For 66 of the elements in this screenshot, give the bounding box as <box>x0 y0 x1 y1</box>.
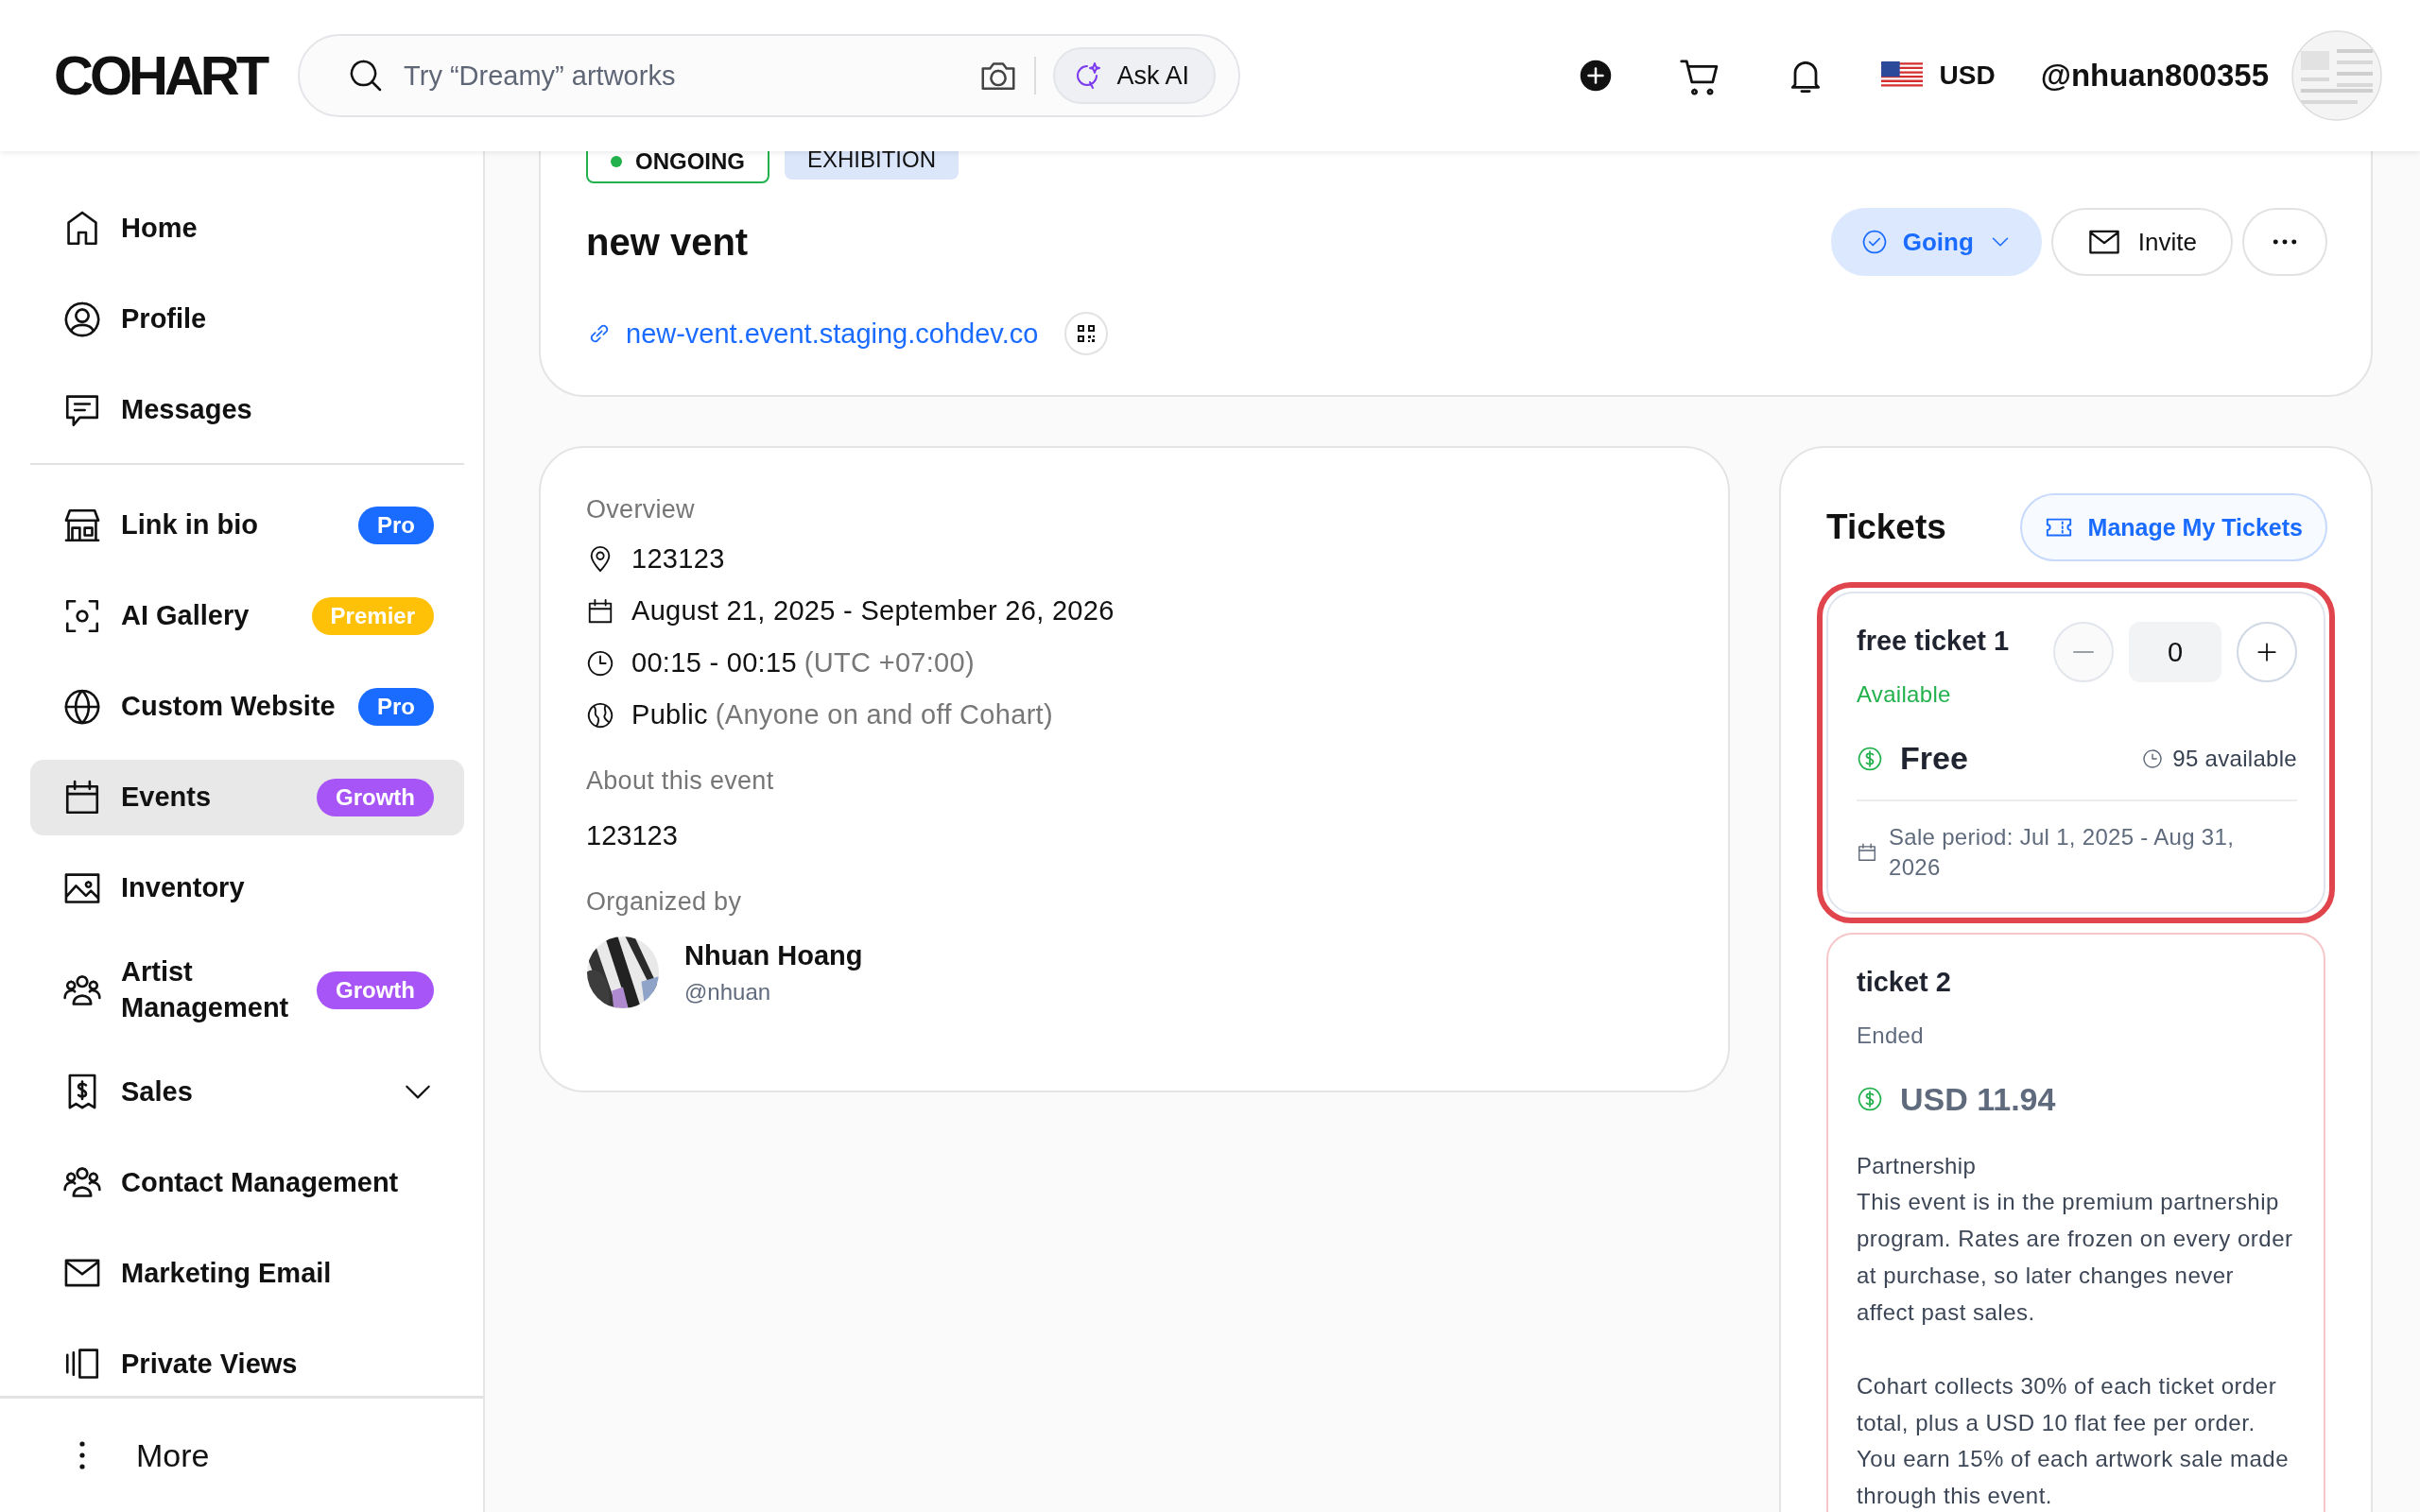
ticket-name: free ticket 1 <box>1857 626 2010 657</box>
dollar-icon <box>1857 1086 1883 1113</box>
detail-text: 123123 <box>631 543 725 575</box>
qr-code-icon <box>1077 324 1097 343</box>
detail-text: 00:15 - 00:15 (UTC +07:00) <box>631 647 975 679</box>
qr-code-button[interactable] <box>1064 312 1109 355</box>
nav-item[interactable]: Messages <box>30 372 464 448</box>
event-title: new vent <box>586 220 749 264</box>
ticket-price: USD 11.94 <box>1900 1080 2056 1118</box>
sale-period: Sale period: Jul 1, 2025 - Aug 31, 2026 <box>1889 823 2236 883</box>
plan-badge: Growth <box>317 971 434 1009</box>
ticket-name: ticket 2 <box>1857 966 1951 998</box>
ticket-price: Free <box>1900 740 1968 777</box>
nav-item[interactable]: Home <box>30 191 464 266</box>
dollar-icon <box>1857 745 1883 772</box>
clock-icon <box>2142 747 2164 769</box>
flag-icon <box>1880 61 1923 90</box>
nav-item[interactable]: Profile <box>30 282 464 357</box>
section-label: About this event <box>586 766 775 796</box>
plan-badge: Growth <box>317 779 434 816</box>
plan-badge: Pro <box>358 688 434 726</box>
invite-button[interactable]: Invite <box>2050 208 2233 276</box>
organizer-handle: @nhuan <box>684 978 772 1005</box>
nav-item[interactable]: Events Growth <box>30 760 464 835</box>
plan-badge: Pro <box>358 507 434 544</box>
nav-item[interactable]: Artist Management Growth <box>30 941 464 1040</box>
quantity-field[interactable]: 0 <box>2129 622 2221 682</box>
nav-item[interactable]: Marketing Email <box>30 1235 464 1312</box>
nav-item[interactable]: Link in bio Pro <box>30 488 464 563</box>
nav-item[interactable]: Sales <box>30 1054 464 1130</box>
clock-icon <box>586 648 614 678</box>
globe-icon <box>586 700 614 730</box>
organizer-name[interactable]: Nhuan Hoang <box>684 939 863 971</box>
event-description: 123123 <box>586 820 679 851</box>
detail-text: August 21, 2025 - September 26, 2026 <box>631 595 1115 627</box>
panel-title: Tickets <box>1826 507 1946 547</box>
ticket-status: Ended <box>1857 1022 1925 1049</box>
section-label: Organized by <box>586 887 743 917</box>
nav-item[interactable]: Private Views <box>30 1326 464 1396</box>
remaining-count: 95 available <box>2172 745 2297 772</box>
more-icon <box>2273 238 2297 246</box>
detail-text: Public (Anyone on and off Cohart) <box>631 699 1053 730</box>
plan-description: Cohart collects 30% of each ticket order total, plus a USD 10 flat fee per order. You earn 15% of each artwork sale made through this event. <box>1857 1371 2290 1511</box>
nav-item[interactable]: Custom Website Pro <box>30 669 464 745</box>
search-field[interactable]: Try “Dreamy” artworks Ask AI <box>298 34 1241 117</box>
nav-item[interactable]: Contact Management <box>30 1144 464 1221</box>
calendar-icon <box>1857 842 1877 864</box>
profile-icon <box>62 300 102 339</box>
calendar-icon <box>586 596 614 626</box>
manage-tickets-button[interactable]: Manage My Tickets <box>2019 493 2327 561</box>
plan-badge: Premier <box>311 597 434 635</box>
plan-description: This event is in the premium partnership program. Rates are frozen on every order at purchase, so later changes never affect past sales. <box>1857 1188 2294 1327</box>
logo[interactable]: COHART <box>54 43 267 109</box>
username[interactable]: @nhuan800355 <box>2040 58 2269 94</box>
globe-icon <box>62 687 102 727</box>
nav-item[interactable]: Inventory <box>30 850 464 926</box>
nav-item[interactable]: AI Gallery Premier <box>30 578 464 654</box>
going-button[interactable]: Going <box>1830 208 2042 276</box>
currency-label[interactable]: USD <box>1939 60 1996 91</box>
event-link[interactable]: new-vent.event.staging.cohdev.co <box>626 318 1039 350</box>
plan-name: Partnership <box>1857 1151 1978 1180</box>
section-label: Overview <box>586 495 696 524</box>
more-icon <box>79 1441 85 1469</box>
minus-icon <box>2072 650 2095 654</box>
ticket-status: Available <box>1857 681 1952 708</box>
ask-ai-button[interactable]: Ask AI <box>1052 47 1217 104</box>
